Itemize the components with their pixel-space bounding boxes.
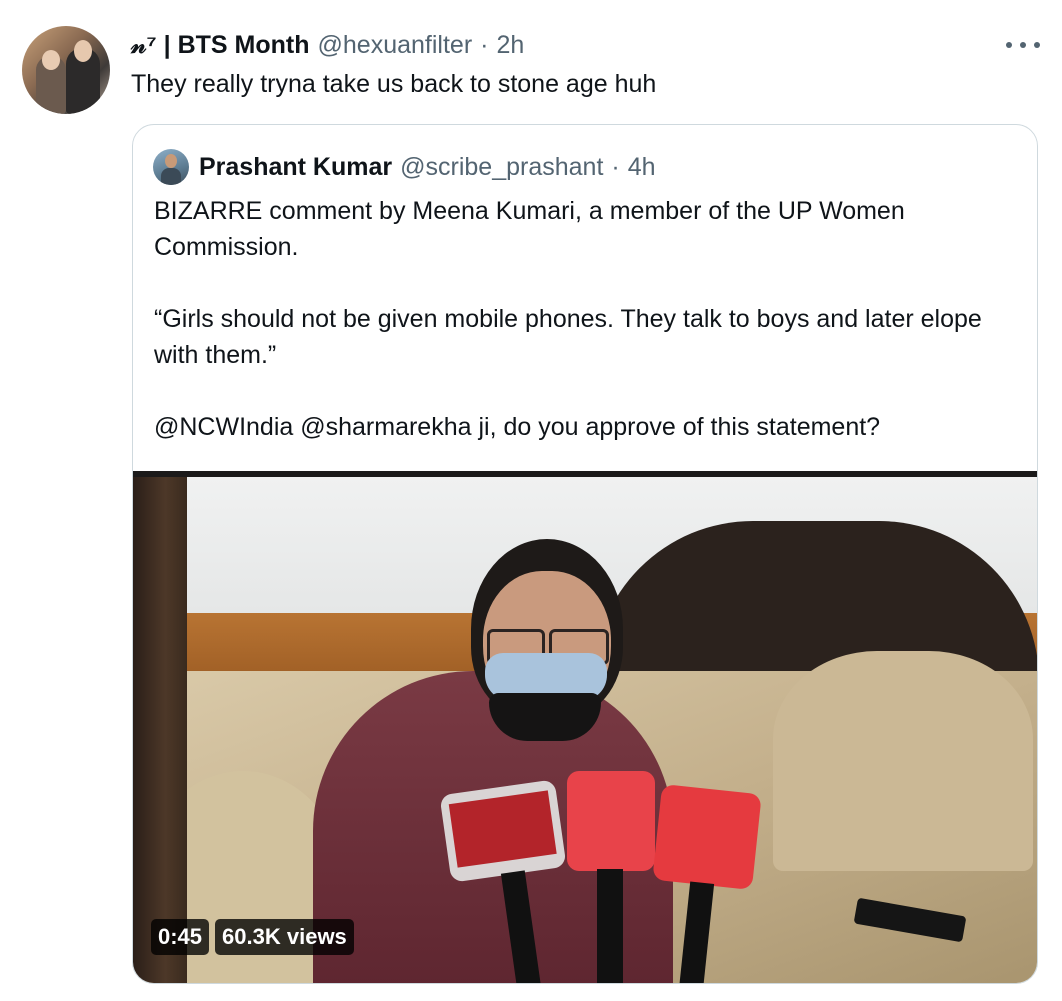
avatar-face [42, 50, 60, 70]
quoted-tweet-timestamp[interactable]: 4h [628, 153, 656, 182]
quoted-author-handle[interactable]: @scribe_prashant [400, 153, 603, 182]
more-dot [1034, 42, 1040, 48]
separator-dot: · [480, 31, 489, 59]
video-views: 60.3K views [215, 919, 354, 955]
quoted-tweet-header: Prashant Kumar @scribe_prashant · 4h [199, 149, 656, 185]
video-player[interactable]: 0:45 60.3K views [133, 471, 1037, 983]
author-name[interactable]: 𝓃⁷ | BTS Month [131, 28, 310, 62]
tweet-timestamp[interactable]: 2h [496, 28, 524, 62]
quoted-tweet-text: BIZARRE comment by Meena Kumari, a membe… [154, 193, 1024, 445]
quoted-author-name[interactable]: Prashant Kumar [199, 153, 392, 182]
microphone [567, 771, 655, 983]
avatar-body [161, 168, 181, 185]
separator-dot: · [611, 152, 620, 181]
quoted-paragraph: “Girls should not be given mobile phones… [154, 305, 982, 369]
author-handle[interactable]: @hexuanfilter [318, 28, 473, 62]
more-dot [1006, 42, 1012, 48]
tweet-header: 𝓃⁷ | BTS Month @hexuanfilter · 2h [131, 28, 524, 62]
tweet-text: They really tryna take us back to stone … [131, 70, 657, 98]
microphone [439, 779, 567, 983]
video-duration: 0:45 [151, 919, 210, 955]
more-horizontal-icon[interactable] [1006, 32, 1040, 58]
video-frame-edge [133, 471, 1037, 477]
author-avatar[interactable] [22, 26, 110, 114]
avatar-head [165, 154, 177, 168]
avatar-face [74, 40, 92, 62]
tweet[interactable]: 𝓃⁷ | BTS Month @hexuanfilter · 2h They r… [0, 0, 1062, 1001]
quoted-author-avatar[interactable] [153, 149, 189, 185]
quoted-paragraph: BIZARRE comment by Meena Kumari, a membe… [154, 197, 905, 261]
mic-flag [448, 790, 557, 868]
quoted-tweet[interactable]: Prashant Kumar @scribe_prashant · 4h BIZ… [132, 124, 1038, 984]
video-frame-cushion [773, 651, 1033, 871]
microphone [652, 784, 762, 983]
more-dot [1020, 42, 1026, 48]
video-badges: 0:45 60.3K views [151, 919, 354, 955]
mic-handle [597, 869, 623, 983]
quoted-paragraph: @NCWIndia @sharmarekha ji, do you approv… [154, 413, 881, 441]
video-frame-door [133, 477, 187, 983]
video-frame-mask [489, 693, 601, 741]
